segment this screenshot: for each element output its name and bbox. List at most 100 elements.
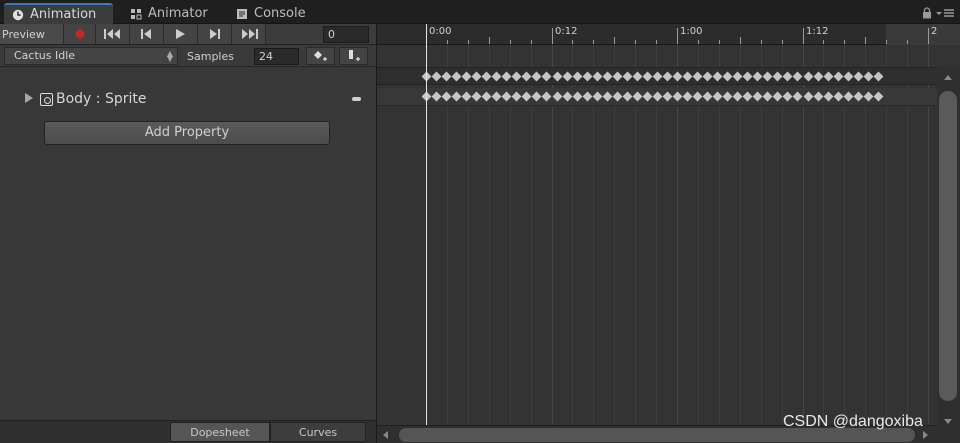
- summary-keyframe-row[interactable]: [377, 67, 937, 85]
- sprite-keyframe[interactable]: [501, 91, 512, 102]
- summary-keyframe[interactable]: [612, 71, 623, 82]
- summary-keyframe[interactable]: [441, 71, 452, 82]
- next-keyframe-button[interactable]: [198, 24, 232, 44]
- sprite-keyframe[interactable]: [461, 91, 472, 102]
- sprite-keyframe[interactable]: [742, 91, 753, 102]
- summary-keyframe[interactable]: [742, 71, 753, 82]
- sprite-keyframe[interactable]: [853, 91, 864, 102]
- summary-keyframe[interactable]: [702, 71, 713, 82]
- sprite-keyframe[interactable]: [481, 91, 492, 102]
- summary-keyframe[interactable]: [853, 71, 864, 82]
- add-event-button[interactable]: [339, 47, 368, 65]
- scroll-down-icon[interactable]: [944, 419, 952, 424]
- sprite-keyframe[interactable]: [833, 91, 844, 102]
- summary-keyframe[interactable]: [682, 71, 693, 82]
- summary-keyframe[interactable]: [451, 71, 462, 82]
- sprite-keyframe[interactable]: [662, 91, 673, 102]
- summary-keyframe[interactable]: [873, 71, 884, 82]
- summary-keyframe[interactable]: [642, 71, 653, 82]
- tab-console[interactable]: Console: [228, 3, 314, 24]
- summary-keyframe[interactable]: [782, 71, 793, 82]
- add-property-button[interactable]: Add Property: [44, 121, 330, 145]
- sprite-keyframe[interactable]: [772, 91, 783, 102]
- curves-tab[interactable]: Curves: [270, 422, 366, 442]
- sprite-keyframe[interactable]: [592, 91, 603, 102]
- summary-keyframe[interactable]: [823, 71, 834, 82]
- summary-keyframe[interactable]: [692, 71, 703, 82]
- summary-keyframe[interactable]: [632, 71, 643, 82]
- sprite-keyframe[interactable]: [612, 91, 623, 102]
- vertical-scrollbar[interactable]: [937, 67, 960, 443]
- summary-keyframe[interactable]: [732, 71, 743, 82]
- current-frame-field[interactable]: 0: [323, 26, 369, 43]
- scroll-right-icon[interactable]: [923, 431, 928, 439]
- sprite-keyframe[interactable]: [471, 91, 482, 102]
- sprite-keyframe[interactable]: [813, 91, 824, 102]
- summary-keyframe[interactable]: [531, 71, 542, 82]
- sprite-keyframe[interactable]: [632, 91, 643, 102]
- sprite-keyframe[interactable]: [752, 91, 763, 102]
- summary-keyframe[interactable]: [863, 71, 874, 82]
- preview-button[interactable]: Preview: [0, 24, 64, 44]
- sprite-keyframe[interactable]: [792, 91, 803, 102]
- summary-keyframe[interactable]: [843, 71, 854, 82]
- window-menu-icon[interactable]: [936, 7, 954, 19]
- summary-keyframe[interactable]: [562, 71, 573, 82]
- sprite-keyframe[interactable]: [873, 91, 884, 102]
- summary-keyframe[interactable]: [722, 71, 733, 82]
- summary-keyframe[interactable]: [461, 71, 472, 82]
- summary-keyframe[interactable]: [813, 71, 824, 82]
- record-button[interactable]: [64, 24, 96, 44]
- sprite-keyframe[interactable]: [622, 91, 633, 102]
- summary-keyframe[interactable]: [592, 71, 603, 82]
- sprite-keyframe[interactable]: [652, 91, 663, 102]
- summary-keyframe[interactable]: [541, 71, 552, 82]
- summary-keyframe[interactable]: [712, 71, 723, 82]
- summary-keyframe[interactable]: [501, 71, 512, 82]
- dopesheet-timeline[interactable]: 0:00 0:12 1:00 1:12 2: [377, 24, 960, 443]
- sprite-keyframe[interactable]: [762, 91, 773, 102]
- sprite-keyframe[interactable]: [692, 91, 703, 102]
- sprite-keyframe[interactable]: [823, 91, 834, 102]
- sprite-keyframe[interactable]: [521, 91, 532, 102]
- sprite-keyframe[interactable]: [572, 91, 583, 102]
- summary-keyframe[interactable]: [582, 71, 593, 82]
- sprite-keyframe[interactable]: [672, 91, 683, 102]
- sprite-keyframe[interactable]: [441, 91, 452, 102]
- first-keyframe-button[interactable]: [96, 24, 130, 44]
- sprite-keyframe[interactable]: [863, 91, 874, 102]
- sprite-keyframe[interactable]: [552, 91, 563, 102]
- tab-animator[interactable]: Animator: [122, 3, 216, 24]
- last-keyframe-button[interactable]: [232, 24, 266, 44]
- sprite-keyframe[interactable]: [722, 91, 733, 102]
- summary-keyframe[interactable]: [491, 71, 502, 82]
- sprite-keyframe[interactable]: [843, 91, 854, 102]
- summary-keyframe[interactable]: [662, 71, 673, 82]
- sprite-keyframe[interactable]: [491, 91, 502, 102]
- sprite-keyframe[interactable]: [582, 91, 593, 102]
- sprite-keyframe[interactable]: [431, 91, 442, 102]
- sprite-keyframe[interactable]: [682, 91, 693, 102]
- sprite-keyframe[interactable]: [511, 91, 522, 102]
- summary-keyframe[interactable]: [833, 71, 844, 82]
- play-button[interactable]: [164, 24, 198, 44]
- sprite-keyframe[interactable]: [732, 91, 743, 102]
- sprite-keyframe[interactable]: [562, 91, 573, 102]
- scroll-left-icon[interactable]: [383, 431, 388, 439]
- summary-keyframe[interactable]: [752, 71, 763, 82]
- samples-field[interactable]: 24: [254, 48, 299, 65]
- clip-dropdown[interactable]: Cactus Idle ▲ ▼: [4, 47, 178, 65]
- summary-keyframe[interactable]: [572, 71, 583, 82]
- sprite-keyframe[interactable]: [531, 91, 542, 102]
- summary-keyframe[interactable]: [792, 71, 803, 82]
- sprite-keyframe[interactable]: [782, 91, 793, 102]
- summary-keyframe[interactable]: [622, 71, 633, 82]
- summary-keyframe[interactable]: [511, 71, 522, 82]
- sprite-keyframe[interactable]: [602, 91, 613, 102]
- sprite-keyframe[interactable]: [712, 91, 723, 102]
- summary-keyframe[interactable]: [803, 71, 814, 82]
- body-sprite-keyframe-row[interactable]: [377, 88, 937, 106]
- playhead-line[interactable]: [426, 24, 427, 443]
- summary-keyframe[interactable]: [602, 71, 613, 82]
- sprite-keyframe[interactable]: [541, 91, 552, 102]
